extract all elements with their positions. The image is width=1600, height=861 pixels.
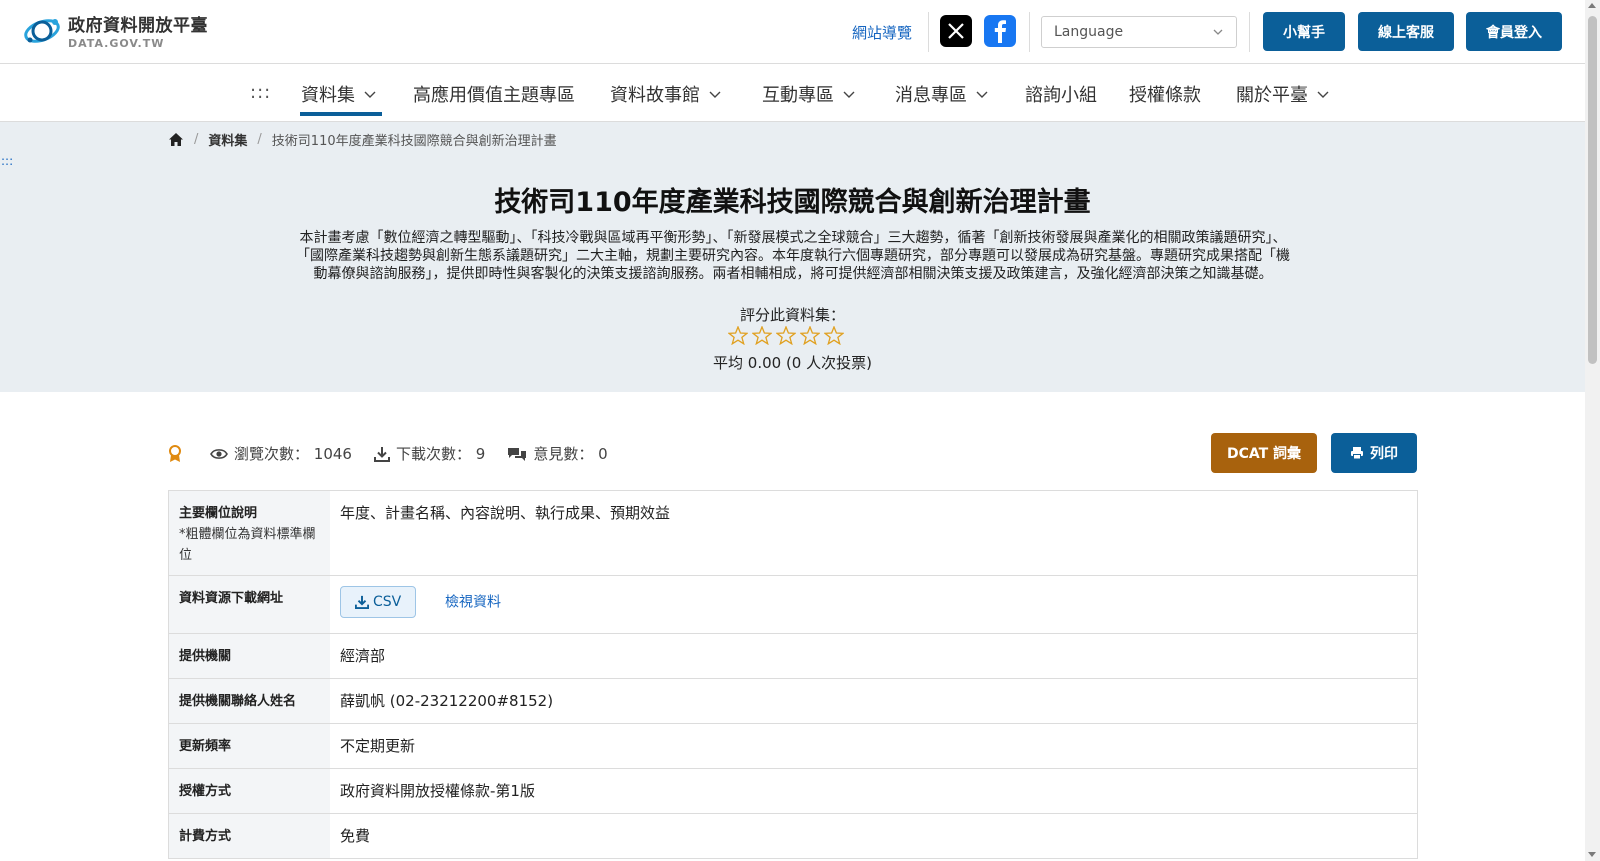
fields-label: 主要欄位說明 bbox=[179, 506, 258, 521]
agency-link[interactable]: 經濟部 bbox=[330, 634, 1417, 678]
printer-icon bbox=[1351, 447, 1363, 460]
facebook-icon[interactable] bbox=[984, 15, 1016, 47]
table-row: 授權方式 政府資料開放授權條款-第1版 bbox=[169, 769, 1417, 814]
table-row: 計費方式 免費 bbox=[169, 814, 1417, 859]
star-icon[interactable] bbox=[752, 326, 772, 345]
scroll-down-icon[interactable] bbox=[1588, 852, 1596, 857]
comments-stat: 意見數： 0 bbox=[507, 443, 608, 464]
nav-item-license[interactable]: 授權條款 bbox=[1129, 81, 1201, 107]
language-select[interactable]: Language bbox=[1041, 16, 1237, 48]
dataset-hero: / 資料集 / 技術司110年度產業科技國際競合與創新治理計畫 ::: 技術司1… bbox=[0, 122, 1585, 392]
agency-label: 提供機關 bbox=[169, 634, 330, 678]
language-placeholder: Language bbox=[1054, 24, 1124, 40]
downloads-count: 9 bbox=[475, 444, 486, 463]
breadcrumb-current: 技術司110年度產業科技國際競合與創新治理計畫 bbox=[271, 134, 557, 149]
breadcrumb: / 資料集 / 技術司110年度產業科技國際競合與創新治理計畫 bbox=[168, 130, 557, 149]
chevron-down-icon bbox=[364, 91, 376, 98]
dcat-button[interactable]: DCAT 詞彙 bbox=[1211, 433, 1317, 473]
content-accesskey[interactable]: ::: bbox=[1, 154, 13, 168]
download-label: 資料資源下載網址 bbox=[169, 576, 330, 633]
star-icon[interactable] bbox=[776, 326, 796, 345]
fields-value: 年度、計畫名稱、內容說明、執行成果、預期效益 bbox=[340, 504, 671, 522]
logo-icon bbox=[22, 10, 62, 50]
dataset-stats: 瀏覽次數： 1046 下載次數： 9 意見數： 0 bbox=[168, 443, 630, 464]
eye-icon bbox=[210, 448, 228, 459]
page-scrollbar[interactable] bbox=[1585, 0, 1600, 861]
freq-value: 不定期更新 bbox=[340, 737, 416, 755]
scrollbar-thumb[interactable] bbox=[1588, 16, 1597, 364]
site-header: 政府資料開放平臺 DATA.GOV.TW 網站導覽 Language 小幫手 線… bbox=[0, 0, 1585, 64]
nav-item-story[interactable]: 資料故事館 bbox=[610, 81, 722, 107]
freq-label: 更新頻率 bbox=[169, 724, 330, 768]
logo-title: 政府資料開放平臺 bbox=[68, 15, 208, 36]
dataset-description: 本計畫考慮「數位經濟之轉型驅動」、「科技冷戰與區域再平衡形勢」、「新發展模式之全… bbox=[296, 230, 1290, 282]
online-service-button[interactable]: 線上客服 bbox=[1358, 12, 1454, 51]
csv-download-button[interactable]: CSV bbox=[340, 586, 417, 618]
view-data-link[interactable]: 檢視資料 bbox=[445, 595, 501, 611]
chevron-down-icon bbox=[1317, 91, 1329, 98]
sitemap-link[interactable]: 網站導覽 bbox=[852, 22, 912, 43]
nav-item-advisory[interactable]: 諮詢小組 bbox=[1025, 81, 1097, 107]
comments-count: 0 bbox=[598, 444, 608, 463]
medal-icon bbox=[169, 444, 181, 462]
table-row: 更新頻率 不定期更新 bbox=[169, 724, 1417, 769]
table-row: 主要欄位說明 *粗體欄位為資料標準欄位 年度、計畫名稱、內容說明、執行成果、預期… bbox=[169, 491, 1417, 576]
fields-note: *粗體欄位為資料標準欄位 bbox=[179, 527, 316, 563]
license-label: 授權方式 bbox=[169, 769, 330, 813]
member-login-button[interactable]: 會員登入 bbox=[1466, 12, 1562, 51]
home-icon[interactable] bbox=[168, 132, 184, 147]
views-stat: 瀏覽次數： 1046 bbox=[210, 443, 352, 464]
downloads-stat: 下載次數： 9 bbox=[373, 443, 486, 464]
table-row: 提供機關 經濟部 bbox=[169, 634, 1417, 679]
page-title: 技術司110年度產業科技國際競合與創新治理計畫 bbox=[494, 187, 1091, 218]
nav-item-datasets[interactable]: 資料集 bbox=[301, 81, 377, 107]
contact-label: 提供機關聯絡人姓名 bbox=[169, 679, 330, 723]
print-button[interactable]: 列印 bbox=[1331, 433, 1417, 473]
rating-average: 平均 0.00 (0 人次投票) bbox=[713, 354, 872, 372]
breadcrumb-datasets[interactable]: 資料集 bbox=[208, 130, 247, 149]
contact-value: 薛凱帆 (02-23212200#8152) bbox=[340, 692, 554, 710]
rating-stars bbox=[728, 326, 844, 345]
table-row: 資料資源下載網址 CSV 檢視資料 bbox=[169, 576, 1417, 634]
dataset-info-table: 主要欄位說明 *粗體欄位為資料標準欄位 年度、計畫名稱、內容說明、執行成果、預期… bbox=[168, 490, 1418, 859]
site-logo[interactable]: 政府資料開放平臺 DATA.GOV.TW bbox=[22, 10, 208, 50]
scroll-up-icon[interactable] bbox=[1588, 3, 1596, 8]
fee-label: 計費方式 bbox=[169, 814, 330, 858]
download-icon bbox=[373, 446, 390, 462]
x-icon[interactable] bbox=[940, 15, 972, 47]
license-value: 政府資料開放授權條款-第1版 bbox=[340, 782, 535, 800]
fee-value: 免費 bbox=[340, 827, 371, 845]
nav-item-interactive[interactable]: 互動專區 bbox=[762, 81, 856, 107]
nav-item-about[interactable]: 關於平臺 bbox=[1236, 81, 1330, 107]
table-row: 提供機關聯絡人姓名 薛凱帆 (02-23212200#8152) bbox=[169, 679, 1417, 724]
rate-label: 評分此資料集： bbox=[739, 306, 845, 324]
helper-button[interactable]: 小幫手 bbox=[1263, 12, 1345, 51]
nav-active-indicator bbox=[300, 112, 382, 116]
divider bbox=[1029, 12, 1030, 52]
download-icon bbox=[355, 595, 369, 609]
star-icon[interactable] bbox=[728, 326, 748, 345]
chevron-down-icon bbox=[976, 91, 988, 98]
nav-item-high-value[interactable]: 高應用價值主題專區 bbox=[413, 81, 575, 107]
star-icon[interactable] bbox=[800, 326, 820, 345]
chevron-down-icon bbox=[709, 91, 721, 98]
divider bbox=[1249, 12, 1250, 52]
nav-accesskey[interactable]: ::: bbox=[250, 82, 271, 103]
star-icon[interactable] bbox=[824, 326, 844, 345]
divider bbox=[928, 12, 929, 52]
logo-subtitle: DATA.GOV.TW bbox=[68, 36, 165, 50]
main-nav: ::: 資料集 高應用價值主題專區 資料故事館 互動專區 消息專區 諮詢小組 授… bbox=[0, 64, 1585, 122]
comments-icon bbox=[508, 447, 527, 461]
views-count: 1046 bbox=[313, 444, 352, 463]
chevron-down-icon bbox=[1213, 29, 1223, 35]
chevron-down-icon bbox=[843, 91, 855, 98]
nav-item-news[interactable]: 消息專區 bbox=[895, 81, 989, 107]
